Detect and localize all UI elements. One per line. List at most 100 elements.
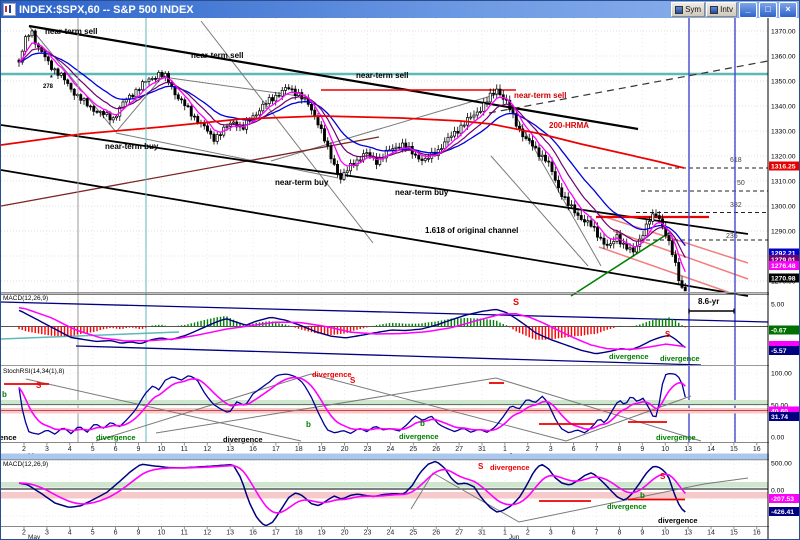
- label: 9: [640, 446, 644, 453]
- label: 11: [181, 446, 188, 453]
- label: 9: [137, 446, 141, 453]
- label: 15: [730, 446, 738, 453]
- window-titlebar[interactable]: INDEX:$SPX,60 -- S&P 500 INDEX Sym Intv …: [1, 1, 799, 18]
- label: near-term buy: [395, 188, 449, 197]
- label: 14: [707, 446, 715, 453]
- label: 1: [503, 446, 507, 453]
- label: 4: [68, 446, 72, 453]
- label: -5.57: [771, 348, 787, 355]
- label: 3: [549, 446, 553, 453]
- minimize-button[interactable]: _: [739, 1, 757, 18]
- label: 3: [45, 530, 49, 537]
- label: 236: [726, 233, 738, 240]
- label: 5: [91, 446, 95, 453]
- label: 31: [478, 446, 486, 453]
- label: MACD(12,26,9): [3, 461, 48, 468]
- label: 1360.00: [771, 54, 796, 61]
- label: May: [28, 534, 41, 539]
- label: 1370.00: [771, 29, 796, 36]
- interval-button-label: Intv: [720, 5, 733, 14]
- window-title: INDEX:$SPX,60 -- S&P 500 INDEX: [19, 3, 194, 16]
- label: divergence: [96, 433, 136, 442]
- label: divergence: [609, 352, 649, 361]
- label: 6: [572, 530, 576, 537]
- label: b: [640, 491, 645, 500]
- label: 6: [114, 530, 118, 537]
- label: 25: [409, 446, 417, 453]
- label: S: [350, 376, 356, 385]
- label: 15: [730, 530, 738, 537]
- label: 500.00: [771, 461, 792, 468]
- label: 16: [753, 530, 761, 537]
- label: 6: [114, 446, 118, 453]
- label: 17: [272, 446, 280, 453]
- interval-button[interactable]: Intv: [706, 2, 737, 17]
- label: 3: [549, 530, 553, 537]
- label: divergence: [1, 433, 17, 442]
- price-axis: 1370.00 1360.00 1350.00 1340.00 1330.00 1320.…: [767, 18, 799, 539]
- label: 27: [455, 446, 463, 453]
- label: 7: [595, 530, 599, 537]
- label: 20: [341, 446, 349, 453]
- label: b: [2, 390, 7, 399]
- label: 1316.25: [771, 164, 796, 171]
- label: 18: [295, 446, 303, 453]
- label: 3: [45, 446, 49, 453]
- label: 4: [68, 530, 72, 537]
- label: 14: [707, 530, 715, 537]
- label: 10: [661, 530, 669, 537]
- close-button[interactable]: ×: [779, 1, 797, 18]
- label: 17: [272, 530, 280, 537]
- label: divergence: [399, 432, 439, 441]
- label: 26: [432, 530, 440, 537]
- label: 24: [387, 446, 395, 453]
- symbol-button-label: Sym: [685, 5, 702, 14]
- label: S: [660, 472, 666, 481]
- label: StochRSI(14,34(1),8): [3, 368, 64, 375]
- label: 13: [226, 446, 234, 453]
- label: 16: [249, 530, 257, 537]
- label: 31: [478, 530, 486, 537]
- label: divergence: [312, 370, 352, 379]
- label: 25: [409, 530, 417, 537]
- label: 16: [249, 446, 257, 453]
- app-icon: [3, 3, 16, 16]
- label: 382: [730, 202, 742, 209]
- interval-icon: [710, 5, 719, 14]
- maximize-button[interactable]: □: [759, 1, 777, 18]
- symbol-button[interactable]: Sym: [671, 2, 706, 17]
- label: 6: [572, 446, 576, 453]
- label: 1340.00: [771, 104, 796, 111]
- label: -426.41: [771, 509, 794, 516]
- label: 7: [595, 446, 599, 453]
- label: 8: [617, 446, 621, 453]
- label: 23: [364, 530, 372, 537]
- label: 20: [341, 530, 349, 537]
- label: S: [36, 381, 42, 390]
- label: 10: [661, 446, 669, 453]
- label: near-term sell: [191, 51, 243, 60]
- label: 9: [640, 530, 644, 537]
- label: b: [420, 419, 425, 428]
- label: 2: [22, 530, 26, 537]
- label: 2: [22, 446, 26, 453]
- label: 1.618 of original channel: [425, 226, 518, 235]
- label: 8: [617, 530, 621, 537]
- label: Jun: [509, 534, 520, 539]
- label: 26: [432, 446, 440, 453]
- chart-canvas[interactable]: 61850382236near-term sellnear-term selln…: [1, 18, 799, 539]
- label: 1276.48: [771, 263, 796, 270]
- label: 18: [295, 530, 303, 537]
- label: 1270.98: [771, 276, 796, 283]
- label: S: [513, 297, 519, 307]
- label: 8.6-yr: [698, 297, 719, 306]
- label: 0.00: [771, 435, 784, 442]
- label: -0.67: [771, 328, 787, 335]
- panel-separator: [1, 453, 799, 460]
- label: near-term buy: [105, 142, 159, 151]
- label: 1290.00: [771, 229, 796, 236]
- label: 10: [158, 446, 166, 453]
- label: near-term sell: [514, 91, 566, 100]
- label: near-term sell: [45, 27, 97, 36]
- chart-window: INDEX:$SPX,60 -- S&P 500 INDEX Sym Intv …: [0, 0, 800, 540]
